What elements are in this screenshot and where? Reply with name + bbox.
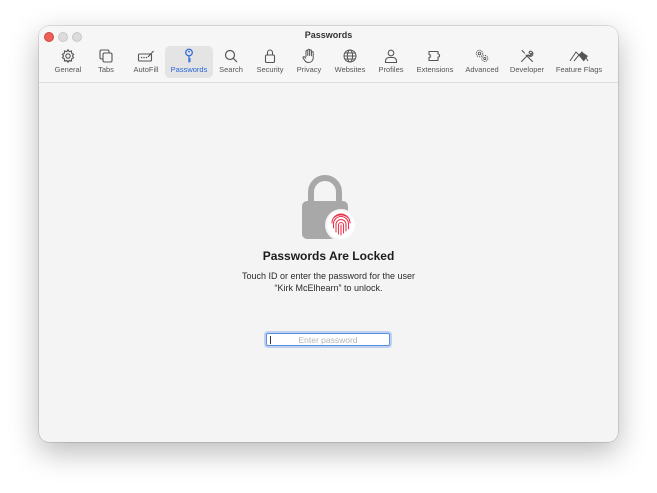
text-cursor: [270, 335, 271, 344]
tab-label: Security: [256, 65, 284, 74]
tab-search[interactable]: Search: [217, 46, 245, 78]
person-icon: [384, 49, 398, 64]
tab-autofill[interactable]: AutoFill: [127, 46, 165, 78]
key-icon: [185, 48, 193, 63]
description-line: “Kirk McElhearn” to unlock.: [274, 283, 383, 293]
tab-websites[interactable]: Websites: [331, 46, 369, 78]
tab-label: Feature Flags: [555, 65, 603, 74]
tab-label: Privacy: [296, 65, 322, 74]
fingerprint-icon: [325, 209, 357, 241]
locked-description: Touch ID or enter the password for the u…: [39, 270, 618, 294]
tab-general[interactable]: General: [48, 46, 88, 78]
tools-icon: [520, 49, 534, 63]
tab-feature-flags[interactable]: Feature Flags: [553, 46, 605, 78]
gear-icon: [61, 48, 75, 64]
preferences-window: Passwords General Tabs AutoFill Password…: [39, 26, 618, 442]
hand-icon: [302, 48, 314, 63]
tab-passwords[interactable]: Passwords: [165, 46, 213, 78]
tab-label: AutoFill: [133, 65, 159, 74]
description-line: Touch ID or enter the password for the u…: [241, 271, 416, 281]
tab-label: Tabs: [98, 65, 114, 74]
tab-developer[interactable]: Developer: [506, 46, 548, 78]
window-title: Passwords: [304, 30, 353, 40]
tab-privacy[interactable]: Privacy: [293, 46, 325, 78]
password-field[interactable]: [266, 333, 390, 346]
search-icon: [224, 49, 238, 63]
toolbar: Passwords General Tabs AutoFill Password…: [39, 26, 618, 83]
puzzle-icon: [428, 50, 441, 62]
flags-icon: [569, 51, 589, 62]
locked-title: Passwords Are Locked: [262, 249, 395, 263]
locked-padlock-icon: [302, 175, 357, 241]
tab-extensions[interactable]: Extensions: [413, 46, 457, 78]
autofill-icon: [137, 50, 154, 62]
tab-label: General: [54, 65, 82, 74]
tab-label: Profiles: [378, 65, 404, 74]
globe-icon: [343, 49, 357, 63]
tab-label: Developer: [509, 65, 545, 74]
tab-label: Advanced: [465, 65, 499, 74]
tab-label: Passwords: [170, 65, 208, 74]
tabs-icon: [99, 49, 113, 63]
lock-icon: [264, 49, 276, 64]
tab-advanced[interactable]: Advanced: [462, 46, 502, 78]
tab-profiles[interactable]: Profiles: [375, 46, 407, 78]
tab-label: Websites: [334, 65, 366, 74]
tab-security[interactable]: Security: [252, 46, 288, 78]
tab-label: Extensions: [416, 65, 454, 74]
tab-label: Search: [219, 65, 243, 74]
passwords-locked-panel: Passwords Are Locked Touch ID or enter t…: [39, 83, 618, 442]
tab-tabs[interactable]: Tabs: [92, 46, 120, 78]
gears-icon: [475, 49, 489, 62]
